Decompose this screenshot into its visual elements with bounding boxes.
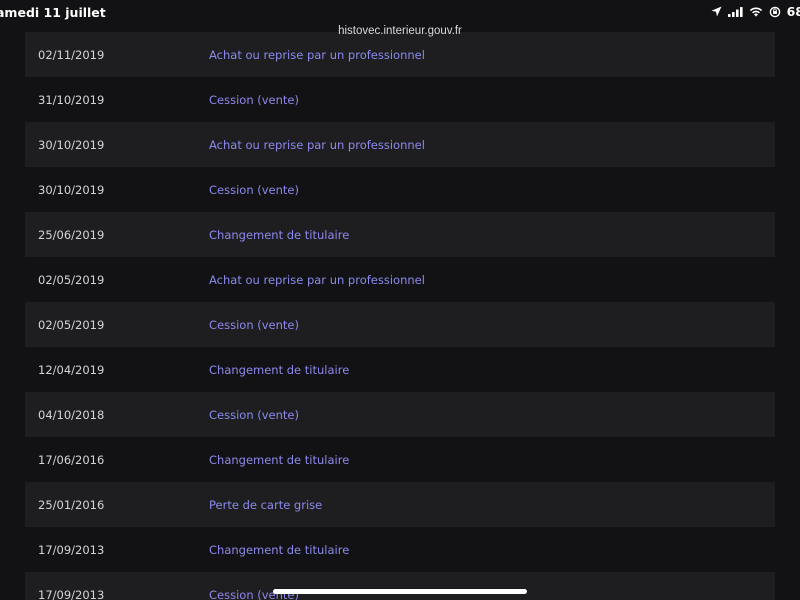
history-row: 17/09/2013 Cession (vente)	[25, 572, 775, 600]
history-row: 25/06/2019 Changement de titulaire	[25, 212, 775, 257]
history-event-link[interactable]: Changement de titulaire	[209, 543, 349, 557]
history-event-link[interactable]: Cession (vente)	[209, 408, 299, 422]
address-bar[interactable]: histovec.interieur.gouv.fr	[0, 22, 800, 42]
history-event-link[interactable]: Perte de carte grise	[209, 498, 322, 512]
history-date: 30/10/2019	[38, 137, 105, 152]
history-event-link[interactable]: Achat ou reprise par un professionnel	[209, 48, 425, 62]
history-event-link[interactable]: Cession (vente)	[209, 93, 299, 107]
status-bar: amedi 11 juillet 68	[0, 0, 800, 24]
home-indicator[interactable]	[273, 589, 527, 594]
history-event-link[interactable]: Cession (vente)	[209, 318, 299, 332]
wifi-icon	[749, 7, 763, 17]
history-date: 17/06/2016	[38, 452, 105, 467]
history-row: 17/06/2016 Changement de titulaire	[25, 437, 775, 482]
history-event-link[interactable]: Changement de titulaire	[209, 453, 349, 467]
history-date: 02/05/2019	[38, 317, 105, 332]
history-row: 30/10/2019 Achat ou reprise par un profes…	[25, 122, 775, 167]
history-event-link[interactable]: Cession (vente)	[209, 183, 299, 197]
history-date: 30/10/2019	[38, 182, 105, 197]
history-row: 17/09/2013 Changement de titulaire	[25, 527, 775, 572]
history-event-link[interactable]: Achat ou reprise par un professionnel	[209, 138, 425, 152]
status-date: amedi 11 juillet	[0, 5, 106, 20]
history-date: 31/10/2019	[38, 92, 105, 107]
history-date: 25/06/2019	[38, 227, 105, 242]
url-text: histovec.interieur.gouv.fr	[338, 25, 462, 37]
vehicle-history-list: 02/11/2019 Achat ou reprise par un profes…	[25, 32, 775, 600]
history-event-link[interactable]: Changement de titulaire	[209, 363, 349, 377]
history-date: 02/05/2019	[38, 272, 105, 287]
history-date: 17/09/2013	[38, 542, 105, 557]
location-arrow-icon	[711, 6, 722, 17]
history-row: 31/10/2019 Cession (vente)	[25, 77, 775, 122]
history-row: 25/01/2016 Perte de carte grise	[25, 482, 775, 527]
rotation-lock-icon	[769, 6, 781, 18]
cellular-signal-icon	[727, 6, 743, 17]
history-row: 02/05/2019 Achat ou reprise par un profes…	[25, 257, 775, 302]
history-row: 30/10/2019 Cession (vente)	[25, 167, 775, 212]
history-date: 25/01/2016	[38, 497, 105, 512]
history-row: 12/04/2019 Changement de titulaire	[25, 347, 775, 392]
history-date: 17/09/2013	[38, 587, 105, 600]
history-date: 04/10/2018	[38, 407, 105, 422]
history-date: 12/04/2019	[38, 362, 105, 377]
history-event-link[interactable]: Achat ou reprise par un professionnel	[209, 273, 425, 287]
history-date: 02/11/2019	[38, 47, 105, 62]
history-row: 04/10/2018 Cession (vente)	[25, 392, 775, 437]
history-event-link[interactable]: Changement de titulaire	[209, 228, 349, 242]
battery-percent: 68	[786, 4, 800, 19]
status-icons: 68	[711, 4, 800, 19]
history-row: 02/05/2019 Cession (vente)	[25, 302, 775, 347]
screen: 02/11/2019 Achat ou reprise par un profes…	[0, 0, 800, 600]
